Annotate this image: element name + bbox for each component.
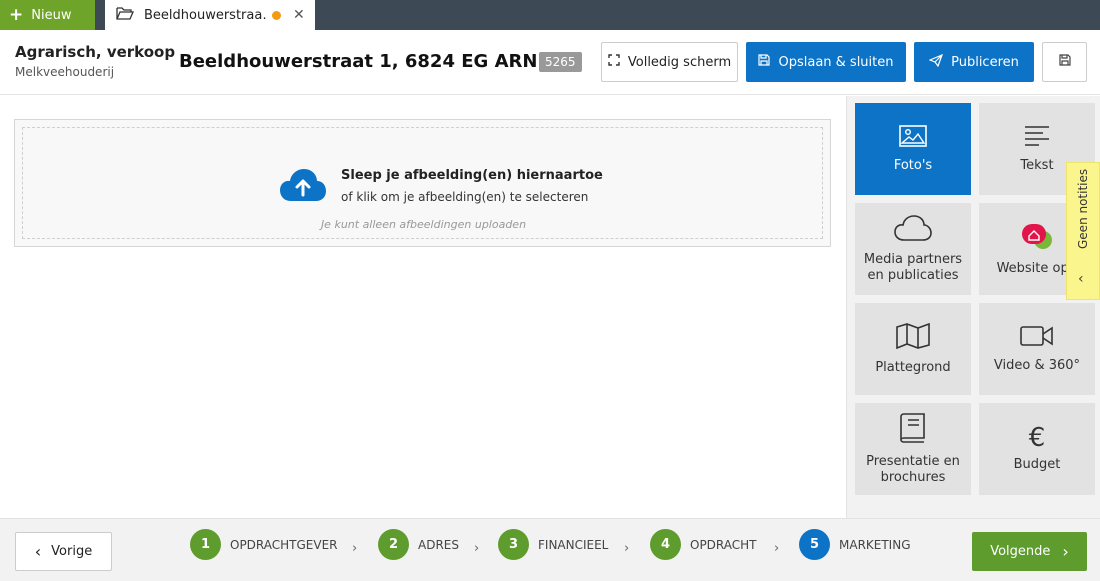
- image-icon: [899, 124, 927, 158]
- chevron-right-icon: ›: [1062, 542, 1069, 561]
- step-number: 2: [378, 529, 409, 560]
- tile-label: Video & 360°: [993, 357, 1081, 373]
- previous-button[interactable]: ‹ Vorige: [15, 532, 112, 571]
- chevron-right-icon: ›: [352, 541, 358, 556]
- tab-document[interactable]: Beeldhouwerstraa… ✕: [105, 0, 315, 30]
- expand-icon: [608, 54, 620, 70]
- step-label: ADRES: [418, 537, 459, 552]
- dropzone-note: Je kunt alleen afbeeldingen uploaden: [320, 218, 527, 231]
- save-close-button[interactable]: Opslaan & sluiten: [746, 42, 906, 82]
- save-close-label: Opslaan & sluiten: [778, 54, 894, 70]
- step-number: 1: [190, 529, 221, 560]
- step-label: OPDRACHT: [690, 537, 757, 552]
- step-number: 4: [650, 529, 681, 560]
- book-icon: [900, 412, 926, 454]
- tile-budget[interactable]: € Budget: [979, 403, 1095, 495]
- send-icon: [928, 53, 944, 71]
- object-id-badge: 5265: [539, 52, 582, 72]
- new-button-label: Nieuw: [31, 7, 72, 23]
- map-icon: [896, 322, 930, 360]
- wizard-step[interactable]: 4 OPDRACHT: [650, 529, 757, 560]
- save-icon: [758, 54, 771, 70]
- chevron-right-icon: ›: [474, 541, 480, 556]
- fullscreen-button[interactable]: Volledig scherm: [601, 42, 738, 82]
- previous-label: Vorige: [51, 544, 93, 559]
- tile-label: Presentatie en brochures: [866, 453, 960, 485]
- next-button[interactable]: Volgende ›: [972, 532, 1087, 571]
- text-lines-icon: [1024, 125, 1050, 158]
- step-number: 3: [498, 529, 529, 560]
- top-bar: + Nieuw Beeldhouwerstraa… ✕: [0, 0, 1100, 30]
- tile-label: Tekst: [1020, 157, 1054, 173]
- object-type: Agrarisch, verkoop: [15, 43, 176, 61]
- video-camera-icon: [1020, 325, 1054, 358]
- tab-label: Beeldhouwerstraa…: [144, 7, 266, 23]
- step-label: OPDRACHTGEVER: [230, 537, 338, 552]
- tile-label: Foto's: [893, 157, 933, 173]
- wizard-step-current[interactable]: 5 MARKETING: [799, 529, 911, 560]
- dropzone-subtitle: of klik om je afbeelding(en) te selecter…: [341, 190, 589, 204]
- step-label: FINANCIEEL: [538, 537, 609, 552]
- image-dropzone[interactable]: Sleep je afbeelding(en) hiernaartoe of k…: [14, 119, 831, 247]
- save-icon: [1058, 54, 1071, 70]
- plus-icon: +: [9, 4, 24, 25]
- website-logo-icon: [1018, 222, 1056, 261]
- notes-label: Geen notities: [1076, 168, 1090, 249]
- chevron-right-icon: ›: [624, 541, 630, 556]
- tile-label: Plattegrond: [875, 359, 951, 375]
- chevron-right-icon: ›: [774, 541, 780, 556]
- tile-floorplan[interactable]: Plattegrond: [855, 303, 971, 395]
- tile-video[interactable]: Video & 360°: [979, 303, 1095, 395]
- next-label: Volgende: [990, 544, 1051, 559]
- new-button[interactable]: + Nieuw: [0, 0, 95, 30]
- euro-icon: €: [1028, 423, 1046, 453]
- folder-icon: [116, 6, 134, 24]
- tile-label: Budget: [1013, 457, 1061, 472]
- publish-button[interactable]: Publiceren: [914, 42, 1034, 82]
- tile-label: Media partners en publicaties: [863, 251, 963, 283]
- tile-photos[interactable]: Foto's: [855, 103, 971, 195]
- save-button[interactable]: [1042, 42, 1087, 82]
- wizard-step[interactable]: 3 FINANCIEEL: [498, 529, 609, 560]
- wizard-footer: ‹ Vorige 1 OPDRACHTGEVER › 2 ADRES › 3 F…: [0, 518, 1100, 581]
- close-icon[interactable]: ✕: [293, 7, 305, 23]
- step-number: 5: [799, 529, 830, 560]
- step-label: MARKETING: [839, 537, 911, 552]
- tile-brochures[interactable]: Presentatie en brochures: [855, 403, 971, 495]
- wizard-step[interactable]: 1 OPDRACHTGEVER: [190, 529, 338, 560]
- chevron-left-icon: ‹: [34, 542, 42, 561]
- unsaved-indicator: [272, 10, 281, 20]
- notes-tab[interactable]: Geen notities ‹: [1066, 162, 1100, 300]
- page-title: Beeldhouwerstraat 1, 6824 EG ARNHEM: [179, 51, 583, 72]
- marketing-panel: Foto's Tekst Media partners en publicati…: [846, 96, 1100, 518]
- tile-media-partners[interactable]: Media partners en publicaties: [855, 203, 971, 295]
- cloud-upload-icon: [279, 168, 327, 206]
- chevron-left-icon: ‹: [1078, 271, 1084, 287]
- main-content: Sleep je afbeelding(en) hiernaartoe of k…: [0, 96, 846, 518]
- dropzone-title: Sleep je afbeelding(en) hiernaartoe: [341, 168, 603, 183]
- object-subtype: Melkveehouderij: [15, 65, 115, 79]
- cloud-icon: [894, 214, 932, 252]
- page-header: Agrarisch, verkoop Melkveehouderij Beeld…: [0, 30, 1100, 95]
- dropzone-border: Sleep je afbeelding(en) hiernaartoe of k…: [22, 127, 823, 239]
- publish-label: Publiceren: [951, 54, 1019, 70]
- fullscreen-label: Volledig scherm: [627, 54, 732, 70]
- wizard-step[interactable]: 2 ADRES: [378, 529, 459, 560]
